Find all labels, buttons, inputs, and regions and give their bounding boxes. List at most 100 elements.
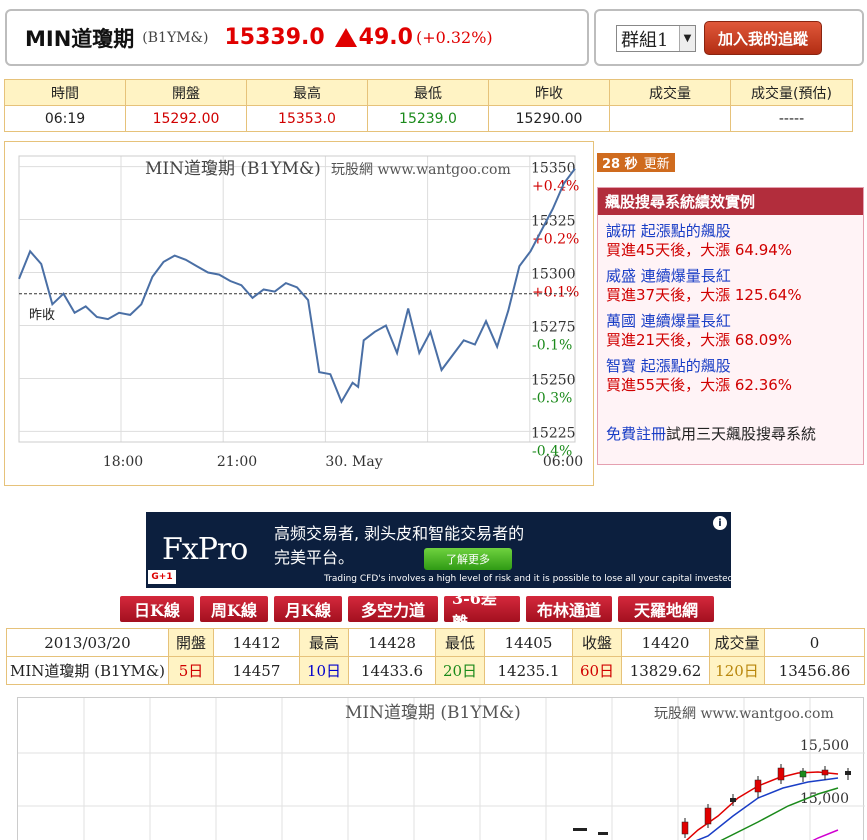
candle [704, 807, 712, 825]
price-change-percent: (+0.32%) [415, 28, 493, 47]
k-chart-watermark: 玩股網 www.wantgoo.com [654, 706, 834, 722]
plot-border [18, 155, 576, 443]
symbol-code: (B1YM&) [142, 29, 209, 46]
ad-banner[interactable]: FxPro 高频交易者, 剥头皮和智能交易者的 完美平台。 了解更多 Tradi… [146, 512, 731, 588]
quote-header: MIN道瓊期 (B1YM&) 15339.0 49.0 (+0.32%) [5, 9, 589, 66]
ma120-label: 120日 [709, 656, 765, 685]
ad-line-1: 高频交易者, 剥头皮和智能交易者的 [274, 524, 525, 543]
daily-k-chart-svg: MIN道瓊期 (B1YM&) 玩股網 www.wantgoo.com 15,50… [18, 698, 865, 840]
up-arrow-icon [334, 28, 357, 47]
x-tick-label: 30. May [325, 454, 382, 470]
candle [845, 771, 851, 775]
pct-tick-label: -0.3% [532, 390, 572, 406]
pct-tick-label: +0.4% [532, 179, 579, 195]
symbol-name: MIN道瓊期 [25, 26, 135, 51]
candle [777, 767, 785, 781]
col-low: 最低 [367, 79, 489, 106]
col-prev-close: 昨收 [488, 79, 610, 106]
symbol-cell: MIN道瓊期 (B1YM&) [6, 656, 169, 685]
y-tick-label: 15275 [531, 319, 576, 335]
register-link[interactable]: 免費註冊 [606, 425, 666, 443]
chart-title: MIN道瓊期 (B1YM&) [145, 159, 321, 179]
footer-text: 試用三天飆股搜尋系統 [666, 425, 817, 443]
ma60-line [812, 829, 839, 840]
volume-label: 成交量 [709, 628, 765, 657]
candle [598, 832, 608, 835]
ma20-cell: 14235.1 [484, 656, 573, 685]
chevron-down-icon: ▼ [679, 26, 695, 51]
candle [730, 798, 736, 802]
pct-tick-label: +0.1% [532, 285, 579, 301]
quote-table: 時間 開盤 最高 最低 昨收 成交量 成交量(預估) 06:19 15292.0… [4, 79, 853, 132]
volume-cell: 0 [764, 628, 865, 657]
item-head: 智寶 起漲點的飆股 [606, 357, 731, 375]
list-item[interactable]: 誠研 起漲點的飆股 買進45天後，大漲 64.94% [598, 222, 863, 260]
tab-bollinger[interactable]: 布林通道 [526, 596, 612, 622]
ma5-label: 5日 [168, 656, 214, 685]
daily-table: 2013/03/20 開盤 14412 最高 14428 最低 14405 收盤… [6, 628, 865, 685]
refresh-timer[interactable]: 28 秒 更新 [597, 153, 675, 172]
col-high: 最高 [246, 79, 368, 106]
ma10-label: 10日 [299, 656, 349, 685]
table-row: MIN道瓊期 (B1YM&) 5日 14457 10日 14433.6 20日 … [6, 656, 865, 685]
item-head: 萬國 連續爆量長紅 [606, 312, 731, 330]
ad-badge[interactable]: G+1 [148, 570, 176, 584]
item-result: 買進55天後，大漲 62.36% [606, 376, 793, 394]
tab-bull-bear[interactable]: 多空力道 [348, 596, 438, 622]
pct-tick-label: -0.1% [532, 337, 572, 353]
add-to-watchlist-button[interactable]: 加入我的追蹤 [704, 21, 822, 55]
volume-est-value: ----- [730, 105, 853, 132]
tab-3-6-bias[interactable]: 3-6差離 [444, 589, 520, 632]
group-select-value: 群組1 [621, 29, 669, 51]
low-value: 15239.0 [367, 105, 489, 132]
tab-monthly-k[interactable]: 月K線 [274, 596, 342, 622]
volume-value [609, 105, 731, 132]
price-line [18, 168, 576, 404]
candle [754, 779, 762, 793]
tab-weekly-k[interactable]: 周K線 [200, 596, 268, 622]
candle [573, 828, 587, 831]
intraday-chart-svg: MIN道瓊期 (B1YM&) 玩股網 www.wantgoo.com 昨收 15… [18, 155, 583, 470]
last-price: 15339.0 [224, 25, 325, 50]
panel-title: 飆股搜尋系統績效實例 [598, 188, 863, 215]
item-result: 買進45天後，大漲 64.94% [606, 241, 793, 259]
close-cell: 14420 [621, 628, 710, 657]
ma60-cell: 13829.62 [621, 656, 710, 685]
ma120-cell: 13456.86 [764, 656, 865, 685]
table-row: 2013/03/20 開盤 14412 最高 14428 最低 14405 收盤… [6, 628, 865, 657]
x-tick-label: 06:00 [543, 454, 583, 470]
tab-tianluo[interactable]: 天羅地網 [618, 596, 714, 622]
prev-close-label: 昨收 [29, 308, 55, 323]
high-label: 最高 [299, 628, 349, 657]
item-head: 誠研 起漲點的飆股 [606, 222, 731, 240]
k-chart-title: MIN道瓊期 (B1YM&) [345, 703, 521, 723]
info-icon[interactable]: i [713, 516, 727, 530]
tab-daily-k[interactable]: 日K線 [120, 596, 194, 622]
chart-watermark: 玩股網 www.wantgoo.com [331, 162, 511, 178]
group-select[interactable]: 群組1 ▼ [616, 25, 696, 52]
daily-k-chart: MIN道瓊期 (B1YM&) 玩股網 www.wantgoo.com 15,50… [17, 697, 865, 840]
open-label: 開盤 [168, 628, 214, 657]
open-value: 15292.00 [125, 105, 247, 132]
low-cell: 14405 [484, 628, 573, 657]
col-volume: 成交量 [609, 79, 731, 106]
date-cell: 2013/03/20 [6, 628, 169, 657]
item-result: 買進37天後，大漲 125.64% [606, 286, 802, 304]
candle [821, 769, 829, 776]
item-head: 威盛 連續爆量長紅 [606, 267, 731, 285]
list-item[interactable]: 萬國 連續爆量長紅 買進21天後，大漲 68.09% [598, 312, 863, 350]
y-tick-label: 15350 [531, 161, 576, 177]
open-cell: 14412 [213, 628, 300, 657]
ma20-label: 20日 [435, 656, 485, 685]
list-item[interactable]: 智寶 起漲點的飆股 買進55天後，大漲 62.36% [598, 357, 863, 395]
list-item[interactable]: 威盛 連續爆量長紅 買進37天後，大漲 125.64% [598, 267, 863, 305]
k-ytick-15500: 15,500 [800, 738, 849, 754]
performance-panel: 飆股搜尋系統績效實例 誠研 起漲點的飆股 買進45天後，大漲 64.94% 威盛… [597, 187, 864, 465]
refresh-label: 更新 [643, 157, 670, 172]
panel-footer: 免費註冊試用三天飆股搜尋系統 [606, 423, 816, 444]
candle [799, 770, 807, 778]
y-tick-label: 15225 [531, 425, 576, 441]
ma5-cell: 14457 [213, 656, 300, 685]
ad-learn-more-button[interactable]: 了解更多 [424, 548, 512, 570]
quote-table-header: 時間 開盤 最高 最低 昨收 成交量 成交量(預估) [4, 79, 853, 106]
